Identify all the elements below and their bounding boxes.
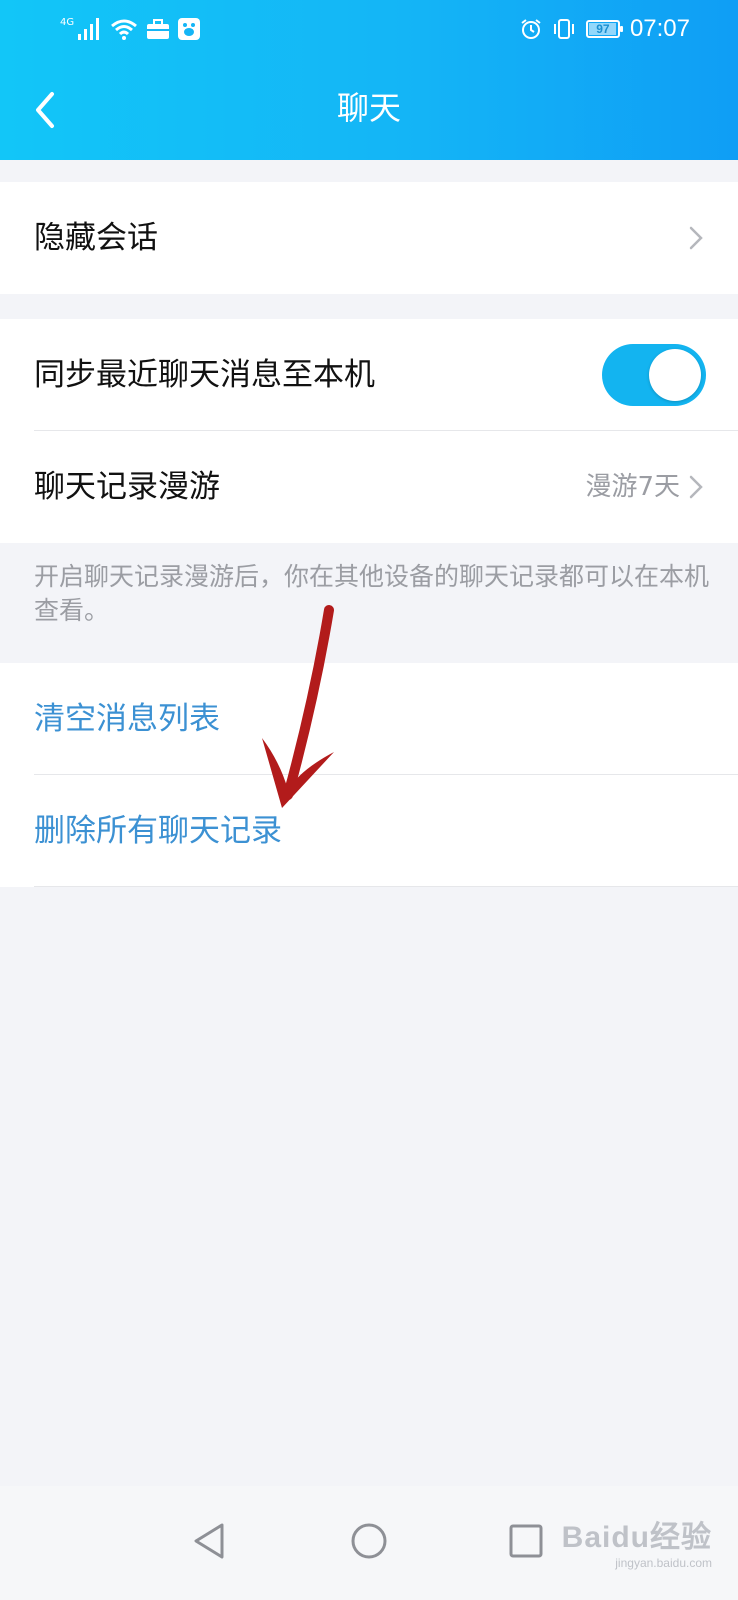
chevron-right-icon	[689, 226, 703, 250]
hidden-chats-row[interactable]: 隐藏会话	[0, 182, 738, 294]
delete-all-button[interactable]: 删除所有聊天记录	[34, 775, 282, 887]
chevron-right-icon	[689, 475, 703, 499]
watermark-main: Baidu经验	[561, 1521, 712, 1554]
header-bar: 4G 97 07:07 聊天	[0, 0, 738, 160]
roaming-label: 聊天记录漫游	[34, 469, 220, 505]
page-title: 聊天	[336, 89, 401, 127]
sync-recent-row: 同步最近聊天消息至本机	[0, 319, 738, 431]
row-divider	[34, 886, 738, 887]
watermark-sub: jingyan.baidu.com	[615, 1556, 712, 1570]
roaming-value: 漫游7天	[585, 472, 680, 502]
roaming-row[interactable]: 聊天记录漫游 漫游7天	[0, 431, 738, 543]
roaming-hint: 开启聊天记录漫游后，你在其他设备的聊天记录都可以在本机查看。	[34, 562, 710, 625]
baidu-watermark: Baidu经验 jingyan.baidu.com	[562, 1512, 712, 1570]
sync-recent-label: 同步最近聊天消息至本机	[34, 357, 375, 393]
square-recents-icon[interactable]	[508, 1522, 544, 1560]
clear-list-row[interactable]: 清空消息列表	[0, 663, 738, 775]
wifi-icon	[111, 19, 138, 40]
vibrate-icon	[553, 19, 574, 39]
section-hidden-chats: 隐藏会话	[0, 182, 738, 294]
battery-indicator: 97	[585, 20, 623, 38]
battery-level: 97	[596, 22, 610, 36]
status-bar-left: 4G	[60, 14, 201, 44]
sync-recent-toggle[interactable]	[602, 344, 706, 406]
circle-home-icon[interactable]	[350, 1522, 388, 1560]
signal-icon	[78, 18, 100, 40]
delete-all-row[interactable]: 删除所有聊天记录	[0, 775, 738, 887]
triangle-back-icon[interactable]	[192, 1522, 226, 1560]
alarm-icon	[521, 19, 541, 39]
hidden-chats-label: 隐藏会话	[34, 220, 158, 256]
toggle-knob	[649, 349, 701, 401]
section-actions: 清空消息列表 删除所有聊天记录	[0, 663, 738, 887]
briefcase-icon	[147, 19, 170, 39]
baidu-app-icon	[178, 18, 201, 40]
network-type: 4G	[60, 17, 75, 28]
clear-list-button[interactable]: 清空消息列表	[34, 663, 220, 775]
clock: 07:07	[629, 15, 690, 42]
section-sync: 同步最近聊天消息至本机 聊天记录漫游 漫游7天	[0, 319, 738, 543]
status-bar-right: 97 07:07	[520, 14, 690, 44]
